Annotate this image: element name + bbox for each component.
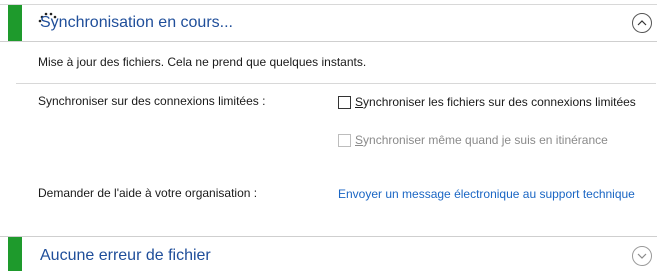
metered-connection-label: Synchroniser sur des connexions limitées… [38, 94, 266, 108]
roaming-sync-checkbox [338, 134, 351, 147]
collapse-button[interactable] [632, 13, 652, 33]
email-support-link[interactable]: Envoyer un message électronique au suppo… [338, 186, 638, 202]
expand-button[interactable] [632, 246, 652, 266]
sync-status-title: Synchronisation en cours... [40, 14, 233, 31]
chevron-down-icon [637, 253, 647, 259]
metered-sync-label[interactable]: Synchroniser les fichiers sur des connex… [355, 94, 636, 110]
roaming-sync-label: Synchroniser même quand je suis en itiné… [355, 133, 608, 147]
status-indicator-bar [8, 5, 22, 41]
help-label: Demander de l'aide à votre organisation … [38, 186, 258, 200]
metered-sync-checkbox[interactable] [338, 96, 351, 109]
file-errors-header[interactable]: Aucune erreur de fichier [0, 236, 657, 271]
metered-sync-option[interactable]: Synchroniser les fichiers sur des connex… [338, 94, 638, 110]
sync-info-text: Mise à jour des fichiers. Cela ne prend … [38, 55, 367, 69]
file-errors-title: Aucune erreur de fichier [40, 247, 211, 264]
roaming-sync-option: Synchroniser même quand je suis en itiné… [338, 132, 638, 148]
divider [16, 83, 656, 84]
sync-details-panel: Mise à jour des fichiers. Cela ne prend … [8, 43, 657, 236]
chevron-up-icon [637, 20, 647, 26]
sync-status-header[interactable]: Synchronisation en cours... [0, 4, 657, 42]
status-indicator-bar [8, 237, 22, 271]
